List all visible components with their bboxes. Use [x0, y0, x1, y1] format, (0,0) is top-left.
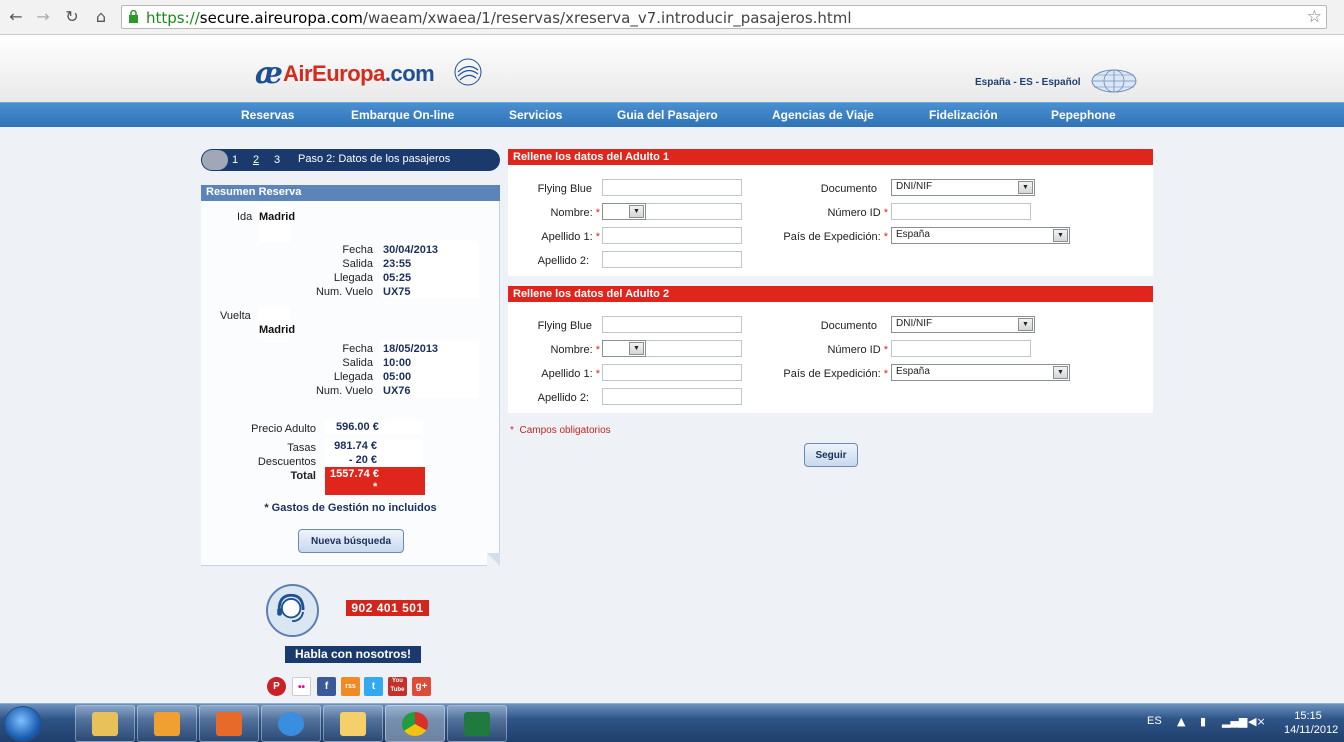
summary-title: Resumen Reserva [201, 185, 500, 201]
vuelta-city: Madrid [259, 324, 296, 336]
nav-guia-pasajero[interactable]: Guia del Pasajero [617, 108, 718, 122]
main-navigation: Reservas Embarque On-line Servicios Guia… [0, 102, 1344, 127]
adult-2-title-select[interactable]: ▼ [602, 340, 646, 357]
continue-button[interactable]: Seguir [804, 443, 858, 467]
lock-icon [129, 10, 138, 23]
vuelta-salida: 10:00 [383, 357, 412, 369]
pinterest-icon[interactable]: P [267, 677, 286, 696]
adult-2-pais-select[interactable]: España ▼ [891, 364, 1070, 381]
nav-pepephone[interactable]: Pepephone [1051, 108, 1116, 122]
gastos-note: * Gastos de Gestión no incluidos [264, 502, 437, 514]
chat-with-us-banner[interactable]: Habla con nosotros! [285, 646, 421, 663]
home-icon[interactable]: ⌂ [91, 7, 111, 27]
adult-1-form: Rellene los datos del Adulto 1 Flying Bl… [508, 149, 1153, 276]
system-clock[interactable]: 15:15 14/11/2012 [1284, 709, 1338, 737]
chrome-icon [402, 712, 428, 736]
windows-taskbar: ES ▲ ▮ ▂▄▆ ◀× 15:15 14/11/2012 [0, 703, 1344, 742]
forward-icon[interactable]: → [33, 7, 53, 27]
tray-language[interactable]: ES [1147, 715, 1162, 727]
reload-icon[interactable]: ↻ [62, 7, 82, 27]
logo-mark-icon: æ [255, 56, 283, 91]
start-button[interactable] [4, 706, 42, 742]
precio-adulto: 596.00 € [336, 421, 379, 433]
twitter-icon[interactable]: t [364, 677, 383, 696]
vuelta-llegada: 05:00 [383, 371, 412, 383]
adult-1-documento-select[interactable]: DNI/NIF ▼ [891, 179, 1035, 196]
outlook-icon [340, 712, 366, 736]
excel-icon [464, 712, 490, 736]
taskbar-chrome[interactable] [385, 705, 445, 742]
adult-2-documento-select[interactable]: DNI/NIF ▼ [891, 316, 1035, 333]
current-step-label: Paso 2: Datos de los pasajeros [298, 153, 451, 165]
taskbar-paint[interactable] [199, 705, 259, 742]
nav-reservas[interactable]: Reservas [241, 108, 294, 122]
ida-city: Madrid [259, 211, 296, 223]
taskbar-explorer[interactable] [75, 705, 135, 742]
flickr-icon[interactable]: •• [292, 677, 311, 696]
nav-embarque-online[interactable]: Embarque On-line [351, 108, 454, 122]
booking-steps: 1 2 3 Paso 2: Datos de los pasajeros [201, 149, 500, 171]
descuentos-value: - 20 € [348, 454, 377, 466]
adult-1-numero-id-input[interactable] [891, 203, 1031, 220]
new-search-button[interactable]: Nueva búsqueda [298, 529, 404, 553]
adult-1-pais-select[interactable]: España ▼ [891, 227, 1070, 244]
bookmark-star-icon[interactable]: ☆ [1307, 7, 1322, 27]
adult-1-title-select[interactable]: ▼ [602, 203, 646, 220]
ida-salida: 23:55 [383, 258, 412, 270]
nav-fidelizacion[interactable]: Fidelización [929, 108, 998, 122]
adult-1-apellido2-input[interactable] [602, 251, 742, 268]
taskbar-ie[interactable] [261, 705, 321, 742]
browser-toolbar: ← → ↻ ⌂ https://secure.aireuropa.com/wae… [0, 0, 1344, 35]
tasas-value: 981.74 € [334, 440, 377, 452]
ida-label: Ida [237, 211, 253, 223]
step-2[interactable]: 2 [246, 150, 266, 170]
required-fields-note: * Campos obligatorios [510, 425, 611, 436]
adult-2-title: Rellene los datos del Adulto 2 [508, 286, 1153, 302]
paint-icon [216, 712, 242, 736]
youtube-icon[interactable]: You Tube [388, 677, 407, 696]
step-3: 3 [273, 154, 281, 166]
nav-agencias-viaje[interactable]: Agencias de Viaje [772, 108, 874, 122]
taskbar-outlook[interactable] [323, 705, 383, 742]
tray-power-icon[interactable]: ▮ [1200, 715, 1206, 728]
vuelta-label: Vuelta [220, 310, 251, 322]
address-bar[interactable]: https://secure.aireuropa.com/waeam/xwaea… [121, 5, 1327, 29]
ida-llegada: 05:25 [383, 272, 412, 284]
internet-explorer-icon [278, 712, 304, 736]
tray-expand-icon[interactable]: ▲ [1177, 715, 1185, 728]
adult-1-apellido1-input[interactable] [602, 227, 742, 244]
folder-icon [92, 712, 118, 736]
vuelta-fecha: 18/05/2013 [383, 343, 439, 355]
ida-vuelo: UX75 [383, 286, 411, 298]
media-player-icon [154, 712, 180, 736]
google-plus-icon[interactable]: g+ [412, 677, 431, 696]
vuelta-vuelo: UX76 [383, 385, 411, 397]
adult-1-title: Rellene los datos del Adulto 1 [508, 149, 1153, 165]
total-value: 1557.74 € [330, 468, 379, 480]
site-header: æ AirEuropa.com España - ES - Español [0, 35, 1344, 102]
phone-number[interactable]: 902 401 501 [346, 600, 429, 616]
adult-2-flying-blue-input[interactable] [602, 316, 742, 333]
adult-2-apellido2-input[interactable] [602, 388, 742, 405]
nav-servicios[interactable]: Servicios [509, 108, 562, 122]
taskbar-excel[interactable] [447, 705, 507, 742]
booking-summary-panel: Resumen Reserva Ida Madrid Fecha 30/04/2… [201, 185, 500, 566]
back-icon[interactable]: ← [6, 7, 26, 27]
taskbar-media[interactable] [137, 705, 197, 742]
facebook-icon[interactable]: f [317, 677, 336, 696]
language-selector[interactable]: España - ES - Español [975, 77, 1081, 88]
adult-1-flying-blue-input[interactable] [602, 179, 742, 196]
adult-2-numero-id-input[interactable] [891, 340, 1031, 357]
skyteam-icon [454, 58, 482, 86]
adult-2-form: Rellene los datos del Adulto 2 Flying Bl… [508, 286, 1153, 413]
rss-icon[interactable]: rss [341, 677, 360, 696]
globe-icon[interactable] [1091, 69, 1137, 93]
adult-2-apellido1-input[interactable] [602, 364, 742, 381]
headset-support-icon[interactable] [266, 584, 319, 637]
tray-volume-muted-icon[interactable]: ◀× [1248, 715, 1266, 728]
step-1[interactable]: 1 [225, 150, 245, 170]
ida-fecha: 30/04/2013 [383, 244, 439, 256]
tray-network-icon[interactable]: ▂▄▆ [1222, 715, 1247, 728]
address-url: https://secure.aireuropa.com/waeam/xwaea… [146, 9, 852, 27]
